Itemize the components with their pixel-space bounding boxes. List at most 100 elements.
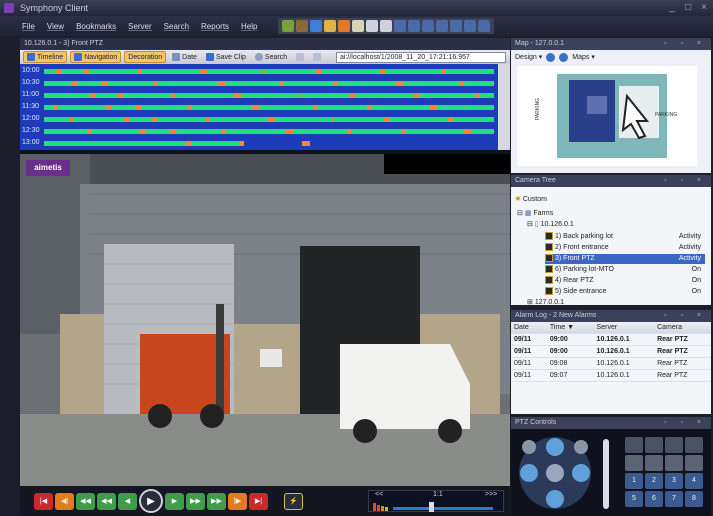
timeline-row[interactable]: 12:30: [20, 126, 498, 136]
camera-item[interactable]: 1) Back parking lot Activity: [545, 232, 705, 242]
ptz-option-3-icon[interactable]: [665, 437, 683, 453]
timeline-chart[interactable]: 10:00 10:30 11:00 11:30 12:00 12:30 13:00: [20, 64, 498, 150]
date-button[interactable]: Date: [169, 51, 200, 63]
speed-slider[interactable]: << 1:1 >>>: [368, 490, 504, 512]
ptz-option-2-icon[interactable]: [645, 437, 663, 453]
preset-5-button[interactable]: 5: [625, 491, 643, 507]
preset-1-button[interactable]: 1: [625, 473, 643, 489]
preset-7-button[interactable]: 7: [665, 491, 683, 507]
table-row[interactable]: 09/11 09:08 10.126.0.1 Rear PTZ: [511, 357, 711, 370]
grid-6-icon[interactable]: [463, 20, 476, 32]
camera-item[interactable]: 4) Rear PTZ On: [545, 276, 705, 286]
preset-4-button[interactable]: 4: [685, 473, 703, 489]
skip-start-button[interactable]: |◀: [34, 492, 53, 510]
map-pane-buttons[interactable]: ▫ ▫ ×: [664, 38, 707, 50]
forward-button[interactable]: [310, 51, 324, 63]
timeline-row[interactable]: 11:00: [20, 90, 498, 100]
alarm-pane-buttons[interactable]: ▫ ▫ ×: [664, 310, 707, 322]
col-time[interactable]: Time ▼: [546, 322, 594, 334]
ptz-option-6-icon[interactable]: [645, 455, 663, 471]
server-node-2[interactable]: ⊞ 127.0.0.1: [527, 298, 564, 308]
url-field[interactable]: ai://localhost/1/2008_11_20_17:21:16.957: [336, 51, 506, 63]
ptz-joystick-icon[interactable]: [515, 433, 595, 513]
table-row[interactable]: 09/11 09:00 10.126.0.1 Rear PTZ: [511, 345, 711, 358]
timeline-row[interactable]: 13:00: [20, 138, 498, 148]
layout-5-icon[interactable]: [365, 20, 378, 32]
ptz-option-1-icon[interactable]: [625, 437, 643, 453]
server-node[interactable]: ⊟ ▯ 10.126.0.1: [527, 220, 574, 230]
timeline-button[interactable]: Timeline: [23, 51, 68, 63]
preset-8-button[interactable]: 8: [685, 491, 703, 507]
timeline-row[interactable]: 12:00: [20, 114, 498, 124]
col-camera[interactable]: Camera: [654, 322, 711, 334]
reverse-play-button[interactable]: ◀: [118, 492, 137, 510]
rewind-button[interactable]: ◀◀: [97, 492, 116, 510]
col-server[interactable]: Server: [593, 322, 655, 334]
save-clip-button[interactable]: Save Clip: [203, 51, 249, 63]
ptz-option-4-icon[interactable]: [685, 437, 703, 453]
camera-item[interactable]: 6) Parking lot-MTO On: [545, 265, 705, 275]
grid-5-icon[interactable]: [449, 20, 462, 32]
layout-3-icon[interactable]: [337, 20, 350, 32]
menu-file[interactable]: File: [22, 22, 35, 31]
minimize-button[interactable]: _: [670, 2, 676, 13]
skip-end-button[interactable]: ▶|: [249, 492, 268, 510]
map-back-icon[interactable]: [546, 52, 556, 62]
ptz-option-8-icon[interactable]: [685, 455, 703, 471]
ptz-option-5-icon[interactable]: [625, 455, 643, 471]
back-button[interactable]: [293, 51, 307, 63]
camera-item[interactable]: 5) Side entrance On: [545, 287, 705, 297]
menu-help[interactable]: Help: [241, 22, 257, 31]
menu-bookmarks[interactable]: Bookmarks: [76, 22, 116, 31]
grid-2-icon[interactable]: [407, 20, 420, 32]
navigation-button[interactable]: Navigation: [70, 51, 122, 63]
camera-item-selected[interactable]: 3) Front PTZ Activity: [545, 254, 705, 264]
zoom-slider[interactable]: [603, 439, 609, 509]
tree-pane-buttons[interactable]: ▫ ▫ ×: [664, 175, 707, 187]
col-date[interactable]: Date: [511, 322, 547, 334]
grid-7-icon[interactable]: [477, 20, 490, 32]
ptz-option-7-icon[interactable]: [665, 455, 683, 471]
layout-1-icon[interactable]: [309, 20, 322, 32]
map-forward-icon[interactable]: [559, 52, 569, 62]
play-button[interactable]: ▶: [139, 489, 163, 513]
menu-server[interactable]: Server: [128, 22, 152, 31]
timeline-row[interactable]: 11:30: [20, 102, 498, 112]
menu-view[interactable]: View: [47, 22, 64, 31]
custom-node[interactable]: ✹ Custom: [515, 195, 547, 205]
preset-2-button[interactable]: 2: [645, 473, 663, 489]
forward-button-play[interactable]: ▶: [165, 492, 184, 510]
layout-2-icon[interactable]: [323, 20, 336, 32]
close-button[interactable]: ×: [701, 2, 707, 13]
layout-6-icon[interactable]: [379, 20, 392, 32]
camera-item[interactable]: 2) Front entrance Activity: [545, 243, 705, 253]
grid-4-icon[interactable]: [435, 20, 448, 32]
table-row[interactable]: 09/11 09:07 10.126.0.1 Rear PTZ: [511, 369, 711, 382]
search-button[interactable]: Search: [252, 51, 290, 63]
grid-3-icon[interactable]: [421, 20, 434, 32]
map-canvas[interactable]: PARKING PARKING: [517, 66, 697, 166]
tool-icon[interactable]: [295, 20, 308, 32]
grid-1-icon[interactable]: [393, 20, 406, 32]
fast-forward-2-button[interactable]: ▶▶: [207, 492, 226, 510]
maximize-button[interactable]: □: [685, 2, 691, 13]
design-button[interactable]: Design ▾: [515, 53, 542, 61]
farms-node[interactable]: ⊟ ▦ Farms: [517, 209, 553, 219]
menu-reports[interactable]: Reports: [201, 22, 229, 31]
fast-forward-button[interactable]: ▶▶: [186, 492, 205, 510]
decoration-button[interactable]: Decoration: [124, 51, 167, 63]
timeline-row[interactable]: 10:00: [20, 66, 498, 76]
layout-4-icon[interactable]: [351, 20, 364, 32]
preset-6-button[interactable]: 6: [645, 491, 663, 507]
maps-button[interactable]: Maps ▾: [572, 53, 595, 61]
step-back-button[interactable]: ◀|: [55, 492, 74, 510]
rewind-fast-button[interactable]: ◀◀: [76, 492, 95, 510]
live-button[interactable]: ⚡: [284, 492, 303, 510]
timeline-scrollbar[interactable]: [498, 64, 510, 150]
timeline-row[interactable]: 10:30: [20, 78, 498, 88]
preset-3-button[interactable]: 3: [665, 473, 683, 489]
menu-search[interactable]: Search: [164, 22, 189, 31]
step-forward-button[interactable]: |▶: [228, 492, 247, 510]
camera-video[interactable]: aimetis: [20, 154, 510, 486]
refresh-icon[interactable]: [281, 20, 294, 32]
